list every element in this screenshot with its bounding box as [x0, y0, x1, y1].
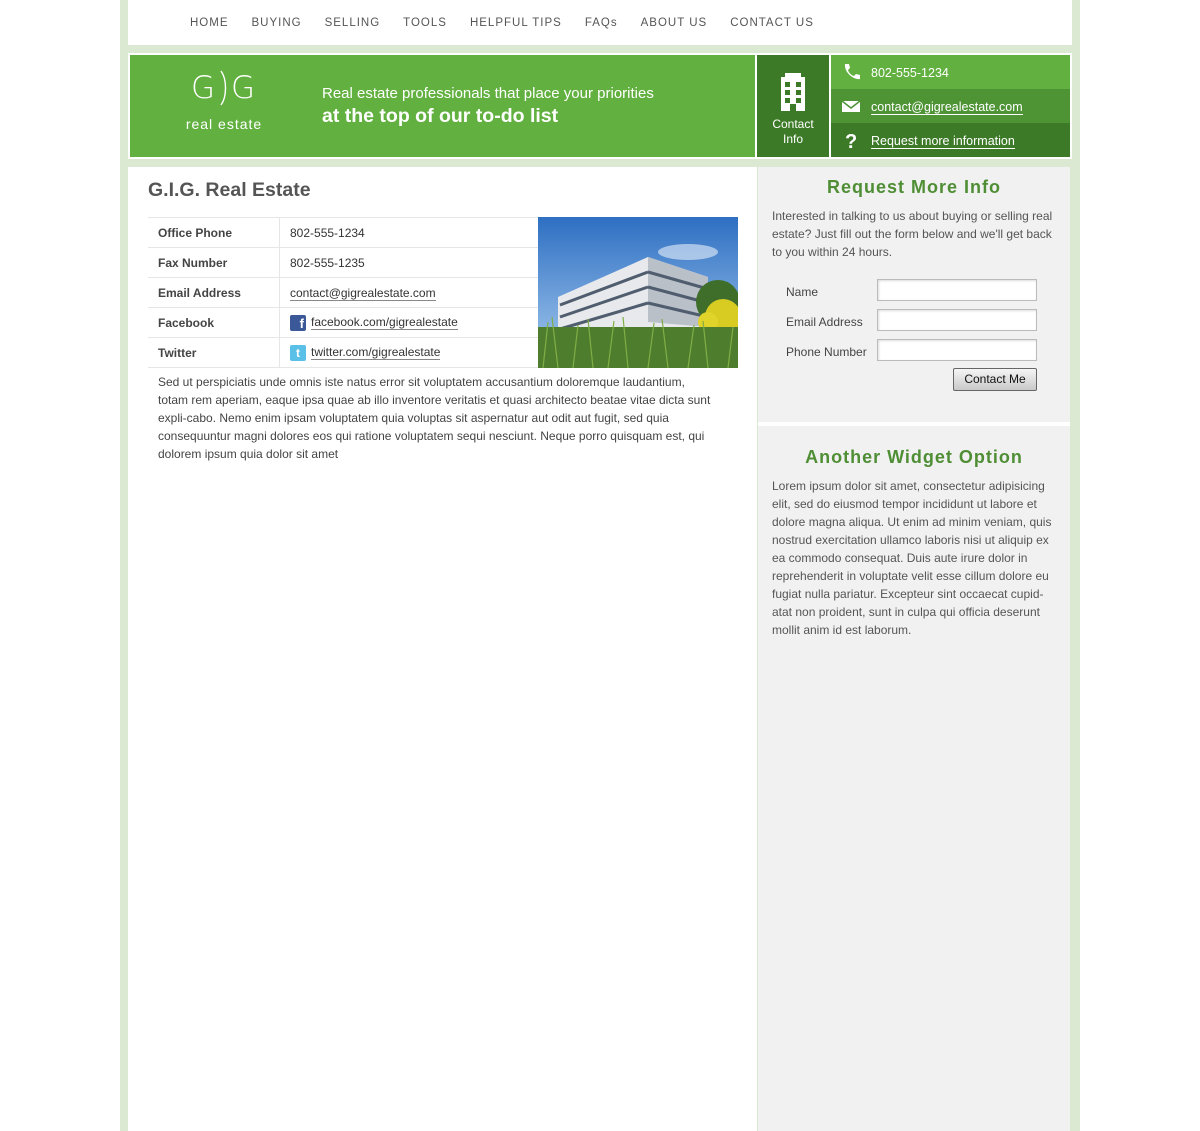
phone-icon [844, 64, 860, 80]
phone-label: Phone Number [786, 345, 867, 359]
nav-tools[interactable]: TOOLS [403, 17, 447, 29]
table-row: Twitter t twitter.com/gigrealestate [148, 337, 538, 368]
contact-me-button[interactable]: Contact Me [953, 368, 1037, 391]
nav-selling[interactable]: SELLING [325, 17, 381, 29]
contact-info-label-1: Contact [772, 117, 814, 131]
email-row: contact@gigrealestate.com [831, 89, 1070, 123]
row-label: Office Phone [148, 217, 280, 248]
sidebar: Request More Info Interested in talking … [758, 167, 1070, 1131]
row-label: Fax Number [148, 247, 280, 278]
table-row: Office Phone 802-555-1234 [148, 217, 538, 248]
twitter-icon: t [290, 344, 306, 361]
fax-value: 802-555-1235 [279, 247, 538, 278]
name-input[interactable] [877, 279, 1037, 301]
nav-buying[interactable]: BUYING [252, 17, 302, 29]
office-building-photo [538, 217, 738, 368]
page-title: G.I.G. Real Estate [148, 179, 311, 201]
widget-title-request: Request More Info [826, 177, 1001, 197]
table-row: Fax Number 802-555-1235 [148, 247, 538, 278]
row-label: Facebook [148, 307, 280, 338]
table-row: Email Address contact@gigrealestate.com [148, 277, 538, 308]
building-icon [781, 73, 805, 111]
table-row: Facebook f facebook.com/gigrealestate [148, 307, 538, 338]
row-label: Twitter [148, 337, 280, 368]
email-input[interactable] [877, 309, 1037, 331]
widget-title-another: Another Widget Option [805, 447, 1023, 467]
form-row-name: Name [786, 279, 1038, 303]
form-row-email: Email Address [786, 309, 1038, 333]
widget-another-text: Lorem ipsum dolor sit amet, consectetur … [772, 479, 1052, 637]
twitter-link[interactable]: twitter.com/gigrealestate [311, 344, 441, 360]
phone-input[interactable] [877, 339, 1037, 361]
top-navigation: HOME BUYING SELLING TOOLS HELPFUL TIPS F… [128, 0, 1072, 45]
contact-panel: 802-555-1234 contact@gigrealestate.com ?… [831, 55, 1070, 157]
header-phone: 802-555-1234 [871, 66, 949, 80]
form-row-phone: Phone Number [786, 339, 1038, 363]
main-content: G.I.G. Real Estate Office Phone 802-555-… [128, 167, 757, 1131]
svg-text:?: ? [845, 131, 857, 150]
facebook-icon: f [290, 314, 306, 331]
header-email-link[interactable]: contact@gigrealestate.com [871, 100, 1023, 115]
banner: G G real estate Real estate professional… [130, 55, 755, 157]
request-info-link[interactable]: Request more information [871, 134, 1015, 149]
phone-row: 802-555-1234 [831, 55, 1070, 89]
question-icon: ? [845, 131, 857, 150]
row-label: Email Address [148, 277, 280, 308]
contact-info-button[interactable]: Contact Info [757, 55, 829, 157]
nav-contact-us[interactable]: CONTACT US [730, 17, 814, 29]
logo[interactable]: G G real estate [174, 69, 274, 149]
envelope-icon [841, 100, 861, 112]
header: G G real estate Real estate professional… [128, 53, 1072, 159]
nav-about-us[interactable]: ABOUT US [641, 17, 708, 29]
body-paragraph: Sed ut perspiciatis unde omnis iste natu… [158, 375, 711, 461]
contact-info-label-2: Info [782, 132, 803, 146]
widget-divider [758, 422, 1070, 426]
logo-mark: G G [190, 70, 258, 106]
nav-helpful-tips[interactable]: HELPFUL TIPS [470, 17, 562, 29]
email-link[interactable]: contact@gigrealestate.com [290, 285, 436, 301]
facebook-link[interactable]: facebook.com/gigrealestate [311, 314, 458, 330]
contact-table: Office Phone 802-555-1234 Fax Number 802… [148, 217, 538, 368]
email-label: Email Address [786, 315, 863, 329]
office-phone-value: 802-555-1234 [279, 217, 538, 248]
nav-faqs[interactable]: FAQs [585, 17, 618, 29]
name-label: Name [786, 285, 819, 299]
widget-request-text: Interested in talking to us about buying… [772, 209, 1053, 259]
tagline-primary: Real estate professionals that place you… [322, 85, 654, 102]
request-row: ? Request more information [831, 123, 1070, 157]
logo-subtitle: real estate [185, 116, 263, 132]
tagline-secondary: at the top of our to-do list [322, 105, 559, 127]
nav-home[interactable]: HOME [190, 17, 229, 29]
